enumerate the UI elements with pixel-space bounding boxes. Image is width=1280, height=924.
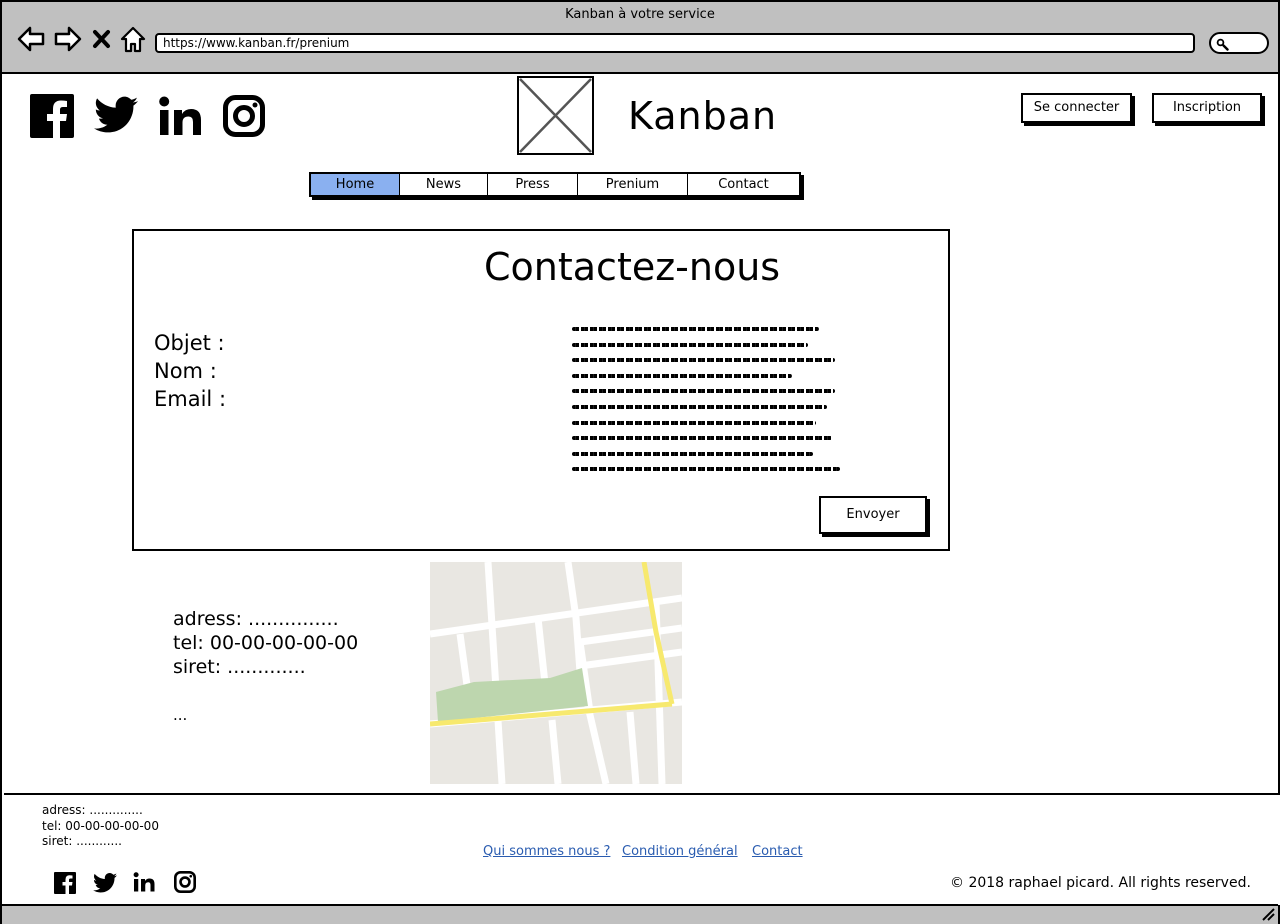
brand-title: Kanban <box>628 94 778 138</box>
image-placeholder-icon <box>519 78 592 153</box>
info-siret: siret: ............. <box>173 656 306 678</box>
facebook-icon[interactable] <box>30 94 74 138</box>
info-adress: adress: ............... <box>173 608 339 630</box>
tab-contact[interactable]: Contact <box>688 174 799 195</box>
browser-search-field[interactable] <box>1209 32 1269 54</box>
footer-link-about[interactable]: Qui sommes nous ? <box>483 844 610 859</box>
window-title: Kanban à votre service <box>565 7 715 22</box>
linkedin-icon[interactable] <box>133 872 155 892</box>
info-tel: tel: 00-00-00-00-00 <box>173 632 359 654</box>
field-label-nom: Nom : <box>154 359 217 383</box>
footer-link-terms[interactable]: Condition général <box>622 844 738 859</box>
home-icon[interactable] <box>118 24 148 54</box>
footer-siret: siret: ............ <box>42 834 122 848</box>
browser-status-bar <box>2 904 1278 924</box>
linkedin-icon[interactable] <box>158 96 202 136</box>
browser-window: Kanban à votre service https://www.kanba… <box>0 0 1280 924</box>
map-illustration <box>430 562 682 784</box>
field-label-email: Email : <box>154 387 227 411</box>
tab-prenium[interactable]: Prenium <box>578 174 688 195</box>
search-icon <box>1216 38 1229 51</box>
forward-arrow-icon[interactable] <box>53 24 83 54</box>
logo-placeholder <box>517 76 594 155</box>
footer-tel: tel: 00-00-00-00-00 <box>42 819 159 833</box>
tab-home[interactable]: Home <box>311 174 400 195</box>
footer-link-contact[interactable]: Contact <box>752 844 803 859</box>
url-input[interactable]: https://www.kanban.fr/prenium <box>155 33 1195 53</box>
location-map[interactable] <box>430 562 682 784</box>
back-arrow-icon[interactable] <box>16 24 46 54</box>
field-label-objet: Objet : <box>154 331 225 355</box>
instagram-icon[interactable] <box>174 871 196 893</box>
twitter-icon[interactable] <box>93 873 117 893</box>
footer-adress: adress: .............. <box>42 803 143 817</box>
tab-news[interactable]: News <box>400 174 488 195</box>
contact-panel: Contactez-nous Objet : Nom : Email : Env… <box>132 229 950 551</box>
contact-title: Contactez-nous <box>484 245 781 289</box>
page-footer: adress: .............. tel: 00-00-00-00-… <box>4 793 1280 905</box>
send-button[interactable]: Envoyer <box>819 496 927 534</box>
info-more: ... <box>173 706 188 724</box>
signup-button[interactable]: Inscription <box>1152 93 1262 123</box>
close-icon[interactable] <box>90 24 114 54</box>
tab-press[interactable]: Press <box>488 174 578 195</box>
resize-handle-icon[interactable] <box>1260 907 1276 921</box>
browser-title-bar: Kanban à votre service https://www.kanba… <box>2 2 1278 74</box>
twitter-icon[interactable] <box>94 96 138 134</box>
login-button[interactable]: Se connecter <box>1021 93 1132 123</box>
instagram-icon[interactable] <box>223 95 265 137</box>
copyright-text: © 2018 raphael picard. All rights reserv… <box>950 875 1251 891</box>
nav-tabs: Home News Press Prenium Contact <box>309 172 801 197</box>
message-text-placeholder <box>572 327 840 483</box>
facebook-icon[interactable] <box>54 872 76 894</box>
